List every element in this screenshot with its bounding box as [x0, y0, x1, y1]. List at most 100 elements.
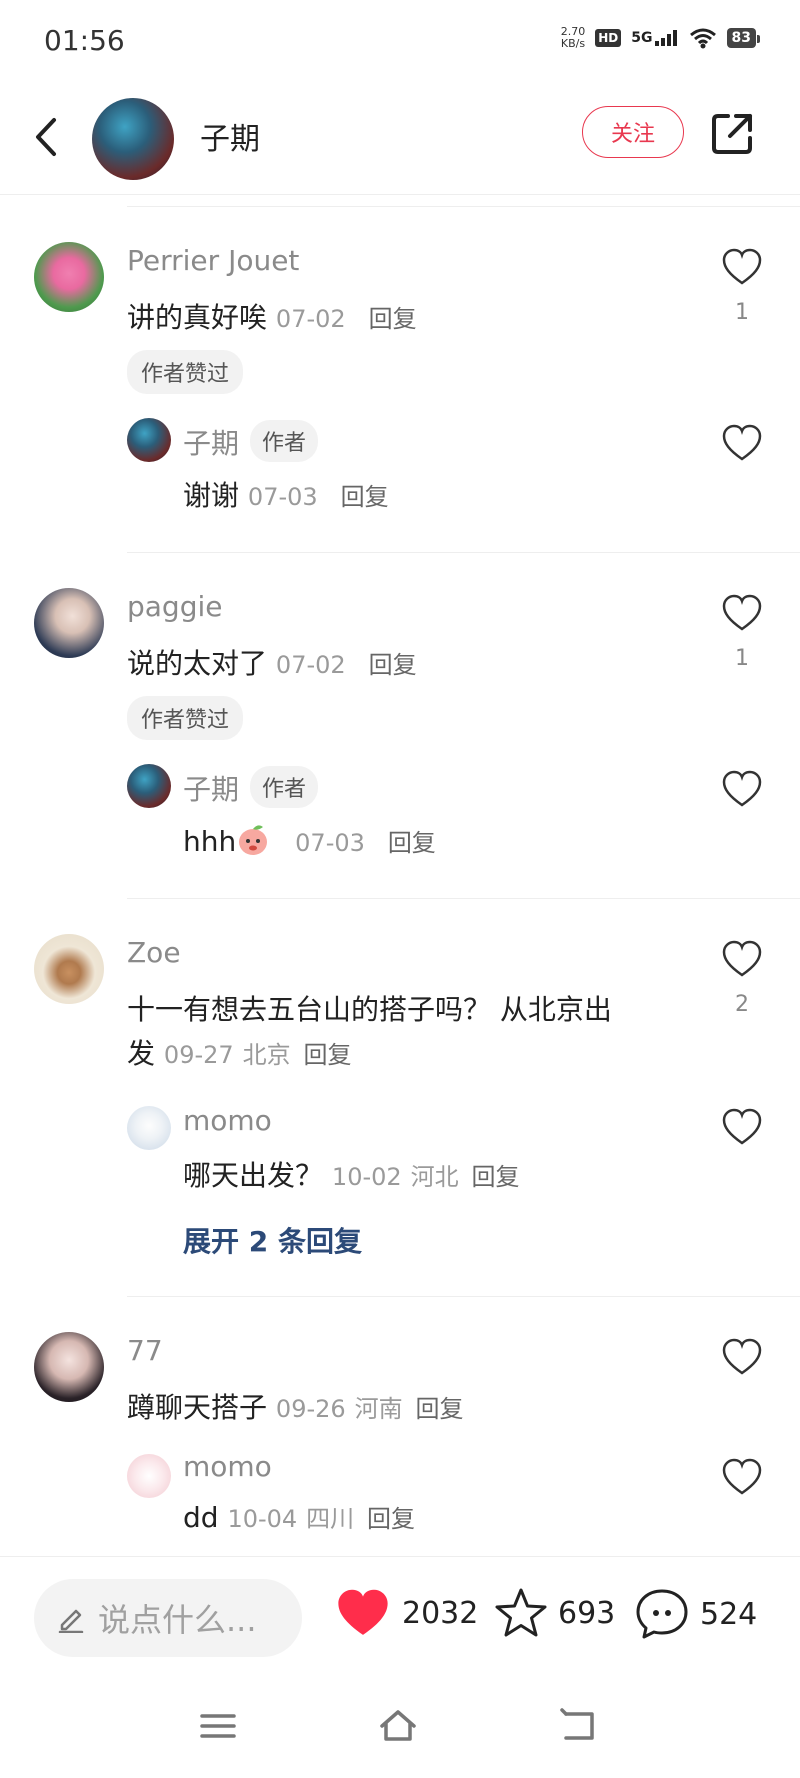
heart-icon[interactable] [721, 1458, 763, 1496]
like-count: 1 [735, 646, 749, 671]
author-avatar[interactable] [92, 98, 174, 180]
author-liked-tag: 作者赞过 [127, 350, 244, 394]
star-icon [495, 1588, 547, 1637]
comment-username[interactable]: paggie [127, 590, 222, 623]
divider [127, 206, 800, 207]
home-icon[interactable] [378, 1706, 418, 1746]
avatar[interactable] [34, 242, 104, 312]
reply-button[interactable]: 回复 [367, 1505, 415, 1533]
comment-item: 77 蹲聊天搭子 09-26 河南 回复 momo dd 10-04 四川 回复 [0, 1326, 800, 1556]
pencil-icon [58, 1609, 84, 1633]
reply-button[interactable]: 回复 [303, 1041, 351, 1069]
heart-icon[interactable] [721, 1108, 763, 1146]
divider [127, 898, 800, 899]
like-count: 1 [735, 300, 749, 325]
header: 子期 关注 [0, 84, 800, 195]
comment-item: Perrier Jouet 讲的真好唉 07-02 回复 作者赞过 1 子期 作… [0, 236, 800, 546]
comment-input-placeholder: 说点什么... [98, 1601, 257, 1639]
favorite-count: 693 [558, 1595, 616, 1631]
comment-item: Zoe 十一有想去五台山的搭子吗？ 从北京出 发 09-27 北京 回复 2 m… [0, 928, 800, 1288]
heart-icon[interactable] [721, 1338, 763, 1376]
system-nav-bar [0, 1676, 800, 1778]
reply-text[interactable]: 谢谢 07-03 回复 [183, 474, 389, 519]
menu-icon[interactable] [198, 1706, 238, 1746]
reply-date: 10-04 [227, 1505, 298, 1533]
heart-icon[interactable] [721, 770, 763, 808]
author-name[interactable]: 子期 [200, 114, 260, 158]
like-count: 2032 [402, 1595, 479, 1631]
back-nav-icon[interactable] [558, 1706, 598, 1746]
author-badge: 作者 [250, 766, 319, 808]
like-count: 2 [735, 992, 749, 1017]
wifi-icon [689, 28, 716, 49]
reply-location: 四川 [306, 1505, 355, 1533]
comment-date: 07-02 [275, 651, 346, 679]
battery-icon: 83 [726, 28, 761, 48]
reply-button[interactable]: 回复 [388, 829, 436, 857]
follow-button[interactable]: 关注 [582, 106, 684, 158]
reply-button[interactable]: 回复 [471, 1163, 519, 1191]
reply-date: 07-03 [247, 483, 318, 511]
status-time: 01:56 [44, 24, 125, 57]
comment-text[interactable]: 十一有想去五台山的搭子吗？ 从北京出 发 09-27 北京 回复 [127, 988, 687, 1077]
reply-button[interactable]: 回复 [369, 651, 417, 679]
avatar[interactable] [34, 1332, 104, 1402]
avatar[interactable] [127, 764, 171, 808]
comment-text[interactable]: 说的太对了 07-02 回复 [127, 642, 417, 687]
reply-button[interactable]: 回复 [369, 305, 417, 333]
comment-location: 北京 [242, 1041, 291, 1069]
comment-username[interactable]: Zoe [127, 936, 181, 969]
comment-username[interactable]: Perrier Jouet [127, 244, 299, 277]
heart-icon[interactable] [721, 424, 763, 462]
reply-text[interactable]: dd 10-04 四川 回复 [183, 1496, 415, 1541]
status-bar: 01:56 2.70 KB/s HD 5G 83 [0, 0, 800, 84]
reply-date: 10-02 [331, 1163, 402, 1191]
author-badge: 作者 [250, 420, 319, 462]
reply-date: 07-03 [295, 829, 365, 857]
reply-text[interactable]: hhh 07-03 回复 [183, 820, 436, 865]
hd-icon: HD [595, 29, 622, 47]
avatar[interactable] [34, 588, 104, 658]
share-icon[interactable] [708, 110, 756, 158]
heart-icon[interactable] [721, 248, 763, 286]
reply-username[interactable]: 子期 [183, 768, 239, 808]
heart-icon[interactable] [721, 940, 763, 978]
comment-date: 09-27 [163, 1041, 234, 1069]
comment-location: 河南 [354, 1395, 403, 1423]
comment-icon [636, 1589, 688, 1639]
heart-icon[interactable] [721, 594, 763, 632]
comment-date: 09-26 [275, 1395, 346, 1423]
divider [127, 552, 800, 553]
comment-input[interactable]: 说点什么... [34, 1579, 302, 1657]
avatar[interactable] [127, 418, 171, 462]
avatar[interactable] [34, 934, 104, 1004]
signal-icon: 5G [631, 30, 678, 46]
reply-username[interactable]: momo [183, 1450, 272, 1483]
comment-date: 07-02 [275, 305, 346, 333]
comment-text[interactable]: 讲的真好唉 07-02 回复 [127, 296, 417, 341]
avatar[interactable] [127, 1106, 171, 1150]
reply-button[interactable]: 回复 [415, 1395, 463, 1423]
bottom-action-bar: 说点什么... 2032 693 524 [0, 1556, 800, 1677]
heart-icon [338, 1589, 388, 1635]
author-liked-tag: 作者赞过 [127, 696, 244, 740]
reply-username[interactable]: 子期 [183, 422, 239, 462]
avatar[interactable] [127, 1454, 171, 1498]
reply-location: 河北 [410, 1163, 459, 1191]
expand-replies-button[interactable]: 展开 2 条回复 [183, 1220, 362, 1260]
reply-text[interactable]: 哪天出发？ 10-02 河北 回复 [183, 1154, 519, 1199]
back-icon[interactable] [28, 112, 68, 162]
peach-emoji-icon [239, 825, 268, 855]
reply-username[interactable]: momo [183, 1104, 272, 1137]
like-stat[interactable]: 2032 [334, 1587, 478, 1639]
divider [127, 1296, 800, 1297]
comment-stat[interactable]: 524 [634, 1587, 757, 1641]
comment-username[interactable]: 77 [127, 1334, 163, 1367]
comment-item: paggie 说的太对了 07-02 回复 作者赞过 1 子期 作者 hhh 0… [0, 582, 800, 892]
network-speed: 2.70 KB/s [560, 25, 586, 50]
comment-count: 524 [700, 1596, 758, 1632]
comment-text[interactable]: 蹲聊天搭子 09-26 河南 回复 [127, 1386, 463, 1431]
status-icons: 2.70 KB/s HD 5G 83 [560, 25, 761, 50]
reply-button[interactable]: 回复 [341, 483, 389, 511]
favorite-stat[interactable]: 693 [494, 1587, 615, 1639]
